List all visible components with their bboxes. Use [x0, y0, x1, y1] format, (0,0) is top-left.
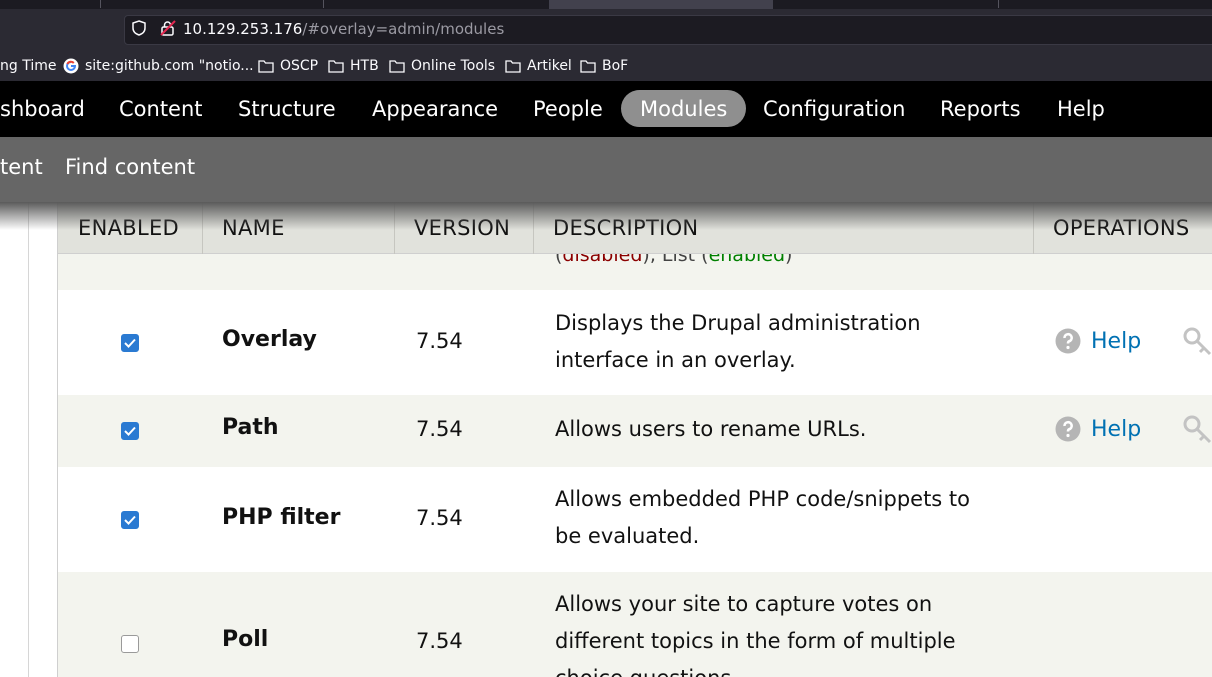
insecure-lock-icon[interactable]	[160, 20, 176, 36]
permissions-key-icon[interactable]	[1182, 414, 1212, 446]
table-row: Overlay 7.54 Displays the Drupal adminis…	[58, 290, 1212, 395]
table-row: PHP filter 7.54 Allows embedded PHP code…	[58, 467, 1212, 572]
toolbar-item-appearance[interactable]: Appearance	[372, 81, 498, 137]
bookmark-item[interactable]: Online Tools	[389, 56, 495, 76]
toolbar-item-structure[interactable]: Structure	[238, 81, 336, 137]
tracking-shield-icon[interactable]	[132, 20, 146, 36]
enabled-checkbox[interactable]	[121, 511, 139, 529]
help-link[interactable]: Help	[1055, 328, 1141, 354]
table-row: Poll 7.54 Allows your site to capture vo…	[58, 572, 1212, 677]
module-name: Overlay	[222, 327, 317, 352]
folder-icon	[580, 60, 596, 73]
overlay-left-border	[28, 202, 29, 677]
module-description: Allows users to rename URLs.	[555, 417, 867, 441]
module-description: Allows embedded PHP code/snippets to be …	[555, 487, 970, 548]
browser-tab-strip	[0, 0, 1212, 9]
toolbar-item-people[interactable]: People	[533, 81, 603, 137]
browser-tab-active[interactable]	[549, 0, 773, 9]
enabled-checkbox[interactable]	[121, 635, 139, 653]
checkmark-icon	[124, 338, 136, 348]
bookmark-item[interactable]: OSCP	[258, 56, 318, 76]
tab-separator	[998, 0, 999, 8]
toolbar-item-content[interactable]: Content	[119, 81, 203, 137]
help-link[interactable]: Help	[1055, 416, 1141, 442]
url-path: /#overlay=admin/modules	[302, 20, 505, 38]
shortcut-add-content[interactable]: tent	[0, 155, 43, 179]
url-host: 10.129.253.176	[183, 20, 303, 38]
shortcut-find-content[interactable]: Find content	[65, 155, 195, 179]
toolbar-item-modules[interactable]: Modules	[621, 90, 747, 127]
table-row: Path 7.54 Allows users to rename URLs. H…	[58, 395, 1212, 467]
module-name: PHP filter	[222, 505, 341, 530]
module-version: 7.54	[416, 629, 463, 653]
permissions-key-icon[interactable]	[1182, 326, 1212, 358]
google-icon	[63, 58, 79, 74]
module-name: Path	[222, 415, 279, 440]
shortcut-bar: tent Find content	[0, 137, 1212, 202]
module-description: Allows your site to capture votes on dif…	[555, 592, 956, 677]
admin-toolbar: shboard Content Structure Appearance Peo…	[0, 81, 1212, 137]
bookmark-item[interactable]: HTB	[328, 56, 379, 76]
help-icon	[1055, 328, 1081, 354]
tab-separator	[100, 0, 101, 8]
module-version: 7.54	[416, 506, 463, 530]
toolbar-item-reports[interactable]: Reports	[940, 81, 1021, 137]
bookmark-item[interactable]: ng Time	[0, 56, 56, 76]
bookmark-item[interactable]: BoF	[580, 56, 628, 76]
checkmark-icon	[124, 426, 136, 436]
bookmark-item[interactable]: Artikel	[505, 56, 572, 76]
url-bar-row	[0, 9, 1212, 51]
toolbar-shadow	[0, 202, 1212, 230]
folder-icon	[258, 60, 274, 73]
bookmarks-bar: ng Time site:github.com "notio... OSCP H…	[0, 51, 1212, 81]
folder-icon	[328, 60, 344, 73]
url-text[interactable]: 10.129.253.176/#overlay=admin/modules	[183, 20, 504, 38]
help-icon	[1055, 416, 1081, 442]
toolbar-item-dashboard[interactable]: shboard	[0, 81, 85, 137]
checkmark-icon	[124, 515, 136, 525]
module-description: Displays the Drupal administration inter…	[555, 311, 921, 372]
bookmark-item[interactable]: site:github.com "notio...	[63, 56, 254, 76]
module-version: 7.54	[416, 417, 463, 441]
module-version: 7.54	[416, 329, 463, 353]
folder-icon	[505, 60, 521, 73]
folder-icon	[389, 60, 405, 73]
toolbar-item-help[interactable]: Help	[1057, 81, 1105, 137]
module-name: Poll	[222, 627, 269, 652]
enabled-checkbox[interactable]	[121, 422, 139, 440]
tab-separator	[323, 0, 324, 8]
enabled-checkbox[interactable]	[121, 334, 139, 352]
toolbar-item-configuration[interactable]: Configuration	[763, 81, 905, 137]
